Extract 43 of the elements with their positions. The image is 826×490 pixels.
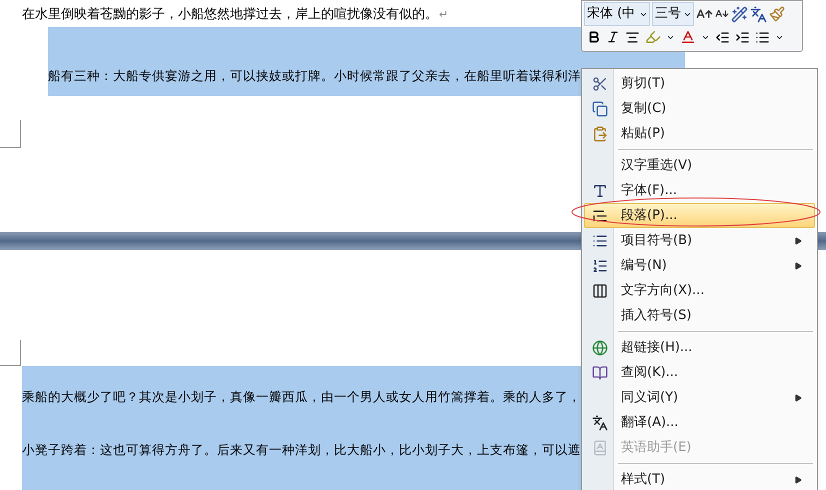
menu-item[interactable]: 项目符号(B) <box>584 228 815 253</box>
selected-text: 小凳子跨着：这也可算得方舟了。后来又有一种洋划，比大船小，比小划子大，上支布篷，可以遮 <box>22 440 581 459</box>
clipboard-icon <box>592 126 608 142</box>
menu-item[interactable]: 复制(C) <box>584 96 815 121</box>
selected-text: 乘船的大概少了吧？其次是小划子，真像一瓣西瓜，由一个男人或女人用竹篙撑着。乘的人多了， <box>22 388 581 406</box>
menu-item[interactable]: 插入符号(S) <box>584 303 815 328</box>
dictionary-icon <box>592 440 608 456</box>
letter-a-icon <box>592 182 608 198</box>
indent-decrease-icon[interactable] <box>715 30 730 44</box>
menu-item[interactable]: 文字方向(X)... <box>584 278 815 303</box>
paragraph-text: 在水里倒映着苍黝的影子，小船悠然地撑过去，岸上的喧扰像没有似的。 <box>22 6 438 24</box>
selected-text: 船有三种：大船专供宴游之用，可以挟妓或打牌。小时候常跟了父亲去，在船里听着谋得利洋 <box>48 67 581 86</box>
size-dropdown[interactable]: 三号 <box>652 2 694 26</box>
font-color-icon[interactable] <box>680 29 696 45</box>
scissors-icon <box>592 76 608 92</box>
page-corner-mark <box>0 120 21 148</box>
page-corner-mark <box>0 340 21 366</box>
paragraph-icon <box>592 208 608 224</box>
menu-item[interactable]: 超链接(H)... <box>584 335 815 360</box>
menu-item[interactable]: 编号(N) <box>584 253 815 278</box>
menu-item[interactable]: 剪切(T) <box>584 71 815 96</box>
bold-icon[interactable] <box>587 30 601 44</box>
bullet-list-icon <box>592 232 608 248</box>
menu-item[interactable]: 字体(F)... <box>584 178 815 203</box>
bullet-list-icon[interactable] <box>755 30 770 44</box>
menu-item[interactable]: 粘贴(P) <box>584 121 815 146</box>
menu-item[interactable]: 汉字重选(V) <box>584 153 815 178</box>
font-dropdown[interactable]: 宋体 (中 <box>584 2 650 26</box>
indent-increase-icon[interactable] <box>735 30 750 44</box>
menu-item[interactable]: 段落(P)... <box>584 203 815 228</box>
format-painter-icon[interactable] <box>769 6 785 22</box>
menu-item[interactable]: 查阅(K)... <box>584 360 815 385</box>
globe-link-icon <box>592 340 608 356</box>
copy-icon <box>592 100 608 116</box>
align-center-icon[interactable] <box>625 30 640 44</box>
menu-item[interactable]: 翻译(A)... <box>584 410 815 435</box>
numbered-list-icon <box>592 258 608 274</box>
italic-icon[interactable] <box>606 30 620 44</box>
menu-item[interactable]: 同义词(Y) <box>584 385 815 410</box>
menu-item[interactable]: 样式(T) <box>584 467 815 490</box>
return-mark: ↵ <box>439 6 448 23</box>
highlighter-icon[interactable] <box>645 29 661 45</box>
translate-icon <box>592 414 608 430</box>
